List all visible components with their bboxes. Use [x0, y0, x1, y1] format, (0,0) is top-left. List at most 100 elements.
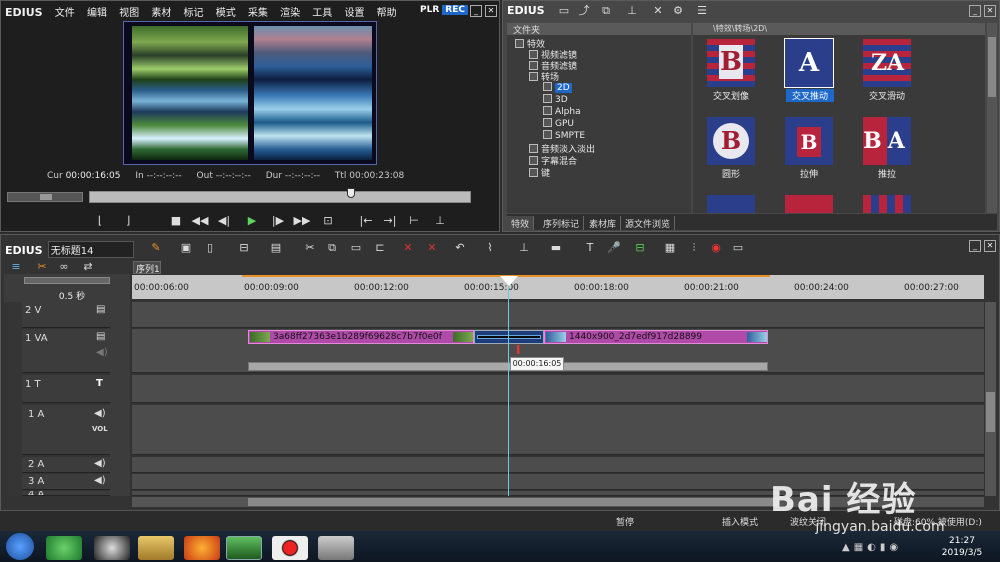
step-back-icon[interactable]: ◀| [215, 213, 233, 229]
tree-item-smpte[interactable]: SMPTE [543, 130, 585, 141]
mark-icon[interactable]: ⌇ [481, 240, 499, 256]
taskbar-qq-icon[interactable] [94, 536, 130, 560]
delete-icon[interactable]: ✕ [649, 3, 667, 19]
zoom-slider[interactable] [24, 277, 110, 284]
track-row-2a[interactable] [132, 457, 984, 473]
trim-icon[interactable]: ⊢ [405, 213, 423, 229]
taskbar-app-icon[interactable] [318, 536, 354, 560]
render-icon[interactable]: ⊟ [631, 240, 649, 256]
track-audio-icon[interactable]: ◀) [96, 347, 108, 358]
effects-close-button[interactable]: ✕ [984, 5, 996, 17]
playhead-handle-icon[interactable] [500, 276, 518, 286]
tree-item-gpu[interactable]: GPU [543, 118, 574, 129]
transition-thumb-row3-b[interactable] [785, 195, 833, 213]
add-marker-icon[interactable]: ⊥ [515, 240, 533, 256]
playhead-marker[interactable] [347, 188, 355, 198]
apply-icon[interactable]: ⊥ [623, 3, 641, 19]
play-icon[interactable]: ▶ [243, 213, 261, 229]
minimize-button[interactable]: _ [470, 5, 482, 17]
open-project-icon[interactable]: ▣ [177, 240, 195, 256]
scissors-mode-icon[interactable]: ✂ [33, 259, 51, 275]
vol-label[interactable]: VOL [92, 425, 108, 433]
transition-thumb-cross-push[interactable]: A [784, 38, 834, 88]
video-clip-1[interactable]: 3a68ff27363e1b289f69628c7b7f0e0f [248, 330, 474, 344]
menu-item-file[interactable]: 文件 [55, 8, 75, 19]
layout-icon[interactable]: ▭ [729, 240, 747, 256]
start-button[interactable] [6, 533, 34, 560]
speaker-icon[interactable]: ◀) [94, 475, 106, 486]
folder-icon[interactable]: ▭ [555, 3, 573, 19]
menu-item-clip[interactable]: 素材 [151, 8, 171, 19]
tree-item-keys[interactable]: 键 [529, 166, 550, 179]
tree-item-3d[interactable]: 3D [543, 94, 568, 105]
plr-toggle[interactable]: PLR [417, 5, 442, 15]
taskbar-360-icon[interactable] [46, 536, 82, 560]
transition-thumb-cross-wipe[interactable]: B [707, 39, 755, 87]
menu-item-marker[interactable]: 标记 [184, 8, 204, 19]
transition-thumb-push-pull[interactable]: BA [863, 117, 911, 165]
menu-item-mode[interactable]: 模式 [216, 8, 236, 19]
shuttle-slider[interactable] [7, 192, 83, 202]
ripple-delete-icon[interactable]: ✕ [423, 240, 441, 256]
tab-effects[interactable]: 特效 [507, 216, 535, 230]
menu-item-view[interactable]: 视图 [119, 8, 139, 19]
insert-to-timeline-icon[interactable]: |← [357, 213, 375, 229]
effects-minimize-button[interactable]: _ [969, 5, 981, 17]
record-icon[interactable]: ◉ [707, 240, 725, 256]
overwrite-to-timeline-icon[interactable]: →| [381, 213, 399, 229]
snap-icon[interactable]: ▬ [547, 240, 565, 256]
taskbar-record-icon[interactable] [272, 536, 308, 560]
list-view-icon[interactable]: ☰ [693, 3, 711, 19]
new-sequence-icon[interactable]: ✎ [147, 240, 165, 256]
menu-item-capture[interactable]: 采集 [248, 8, 268, 19]
taskbar-firefox-icon[interactable] [184, 536, 220, 560]
voiceover-icon[interactable]: 🎤 [605, 240, 623, 256]
up-folder-icon[interactable]: ⤴ [575, 3, 593, 19]
stop-icon[interactable]: ■ [167, 213, 185, 229]
ripple-icon[interactable]: ⇄ [79, 259, 97, 275]
paste-icon[interactable]: ▭ [347, 240, 365, 256]
scrub-bar[interactable] [89, 191, 471, 203]
track-select-icon[interactable]: ≡ [7, 259, 25, 275]
tray-icons[interactable]: ▲▦◐▮◉ [842, 542, 922, 554]
track-row-1t[interactable] [132, 375, 984, 403]
sequence-tab[interactable]: 序列1 [133, 261, 161, 275]
menu-item-edit[interactable]: 编辑 [87, 8, 107, 19]
menu-item-settings[interactable]: 设置 [344, 8, 364, 19]
rewind-icon[interactable]: ◀◀ [191, 213, 209, 229]
transition-thumb-cross-slide[interactable]: ZA [863, 39, 911, 87]
clock[interactable]: 21:27 2019/3/5 [932, 535, 992, 559]
sync-icon[interactable]: ∞ [55, 259, 73, 275]
transition-thumb-row3-c[interactable] [863, 195, 911, 213]
fast-forward-icon[interactable]: ▶▶ [293, 213, 311, 229]
set-out-icon[interactable]: ⌋ [119, 213, 137, 229]
new-file-icon[interactable]: ▯ [201, 240, 219, 256]
tree-item-2d[interactable]: 2D [543, 82, 572, 93]
save-icon[interactable]: ▤ [267, 240, 285, 256]
video-clip-2[interactable]: 1440x900_2d7edf917d28899 [544, 330, 768, 344]
transition-thumb-row3-a[interactable] [707, 195, 755, 213]
timeline-vscrollbar[interactable] [985, 302, 996, 496]
track-video-icon[interactable]: ▤ [96, 331, 105, 342]
transition-block[interactable] [474, 330, 544, 344]
track-row-1a[interactable] [132, 405, 984, 455]
tree-item-alpha[interactable]: Alpha [543, 106, 581, 117]
tab-sequence-markers[interactable]: 序列标记 [539, 216, 585, 230]
output-icon[interactable]: ⊥ [431, 213, 449, 229]
timeline-minimize-button[interactable]: _ [969, 240, 981, 252]
multicam-icon[interactable]: ▦ [661, 240, 679, 256]
transition-thumb-circle[interactable]: B [707, 117, 755, 165]
cut-icon[interactable]: ✂ [301, 240, 319, 256]
tab-source-browser[interactable]: 源文件浏览 [621, 216, 676, 230]
menu-item-help[interactable]: 帮助 [377, 8, 397, 19]
copy-icon[interactable]: ⧉ [323, 240, 341, 256]
mixer-icon[interactable]: ⫶ [685, 240, 703, 256]
status-mode[interactable]: 插入模式 [722, 515, 758, 528]
transition-thumb-stretch[interactable]: B [785, 117, 833, 165]
close-button[interactable]: ✕ [485, 5, 497, 17]
undo-icon[interactable]: ↶ [451, 240, 469, 256]
taskbar-explorer-icon[interactable] [138, 536, 174, 560]
menu-item-render[interactable]: 渲染 [280, 8, 300, 19]
import-icon[interactable]: ⊟ [235, 240, 253, 256]
effects-scrollbar[interactable] [987, 23, 997, 213]
